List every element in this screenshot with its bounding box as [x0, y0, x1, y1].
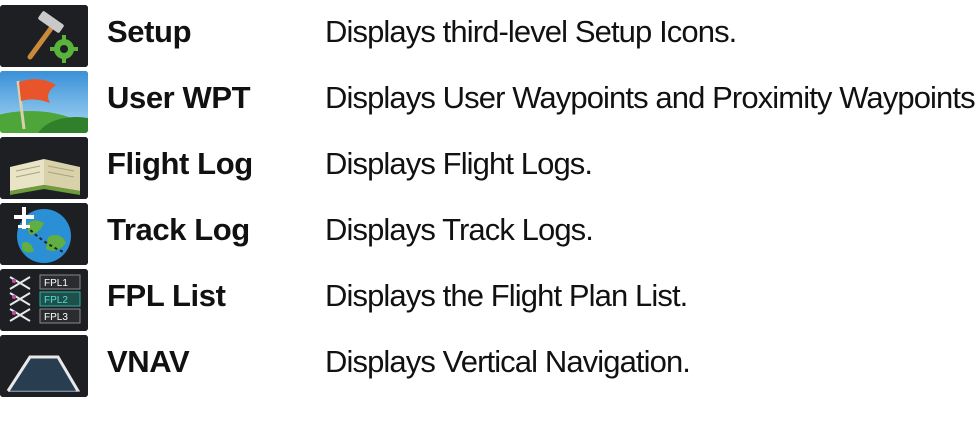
fpl-label: FPL3 — [44, 312, 68, 323]
list-item: Track Log Displays Track Logs. — [0, 198, 976, 265]
feature-description: Displays Flight Logs. — [325, 146, 593, 181]
feature-description: Displays Track Logs. — [325, 212, 594, 247]
feature-description: Displays User Waypoints and Proximity Wa… — [325, 80, 976, 115]
vnav-profile-icon — [0, 335, 88, 397]
feature-description: Displays the Flight Plan List. — [325, 278, 688, 313]
track-log-globe-icon — [0, 203, 88, 265]
list-item: Setup Displays third-level Setup Icons. — [0, 0, 976, 67]
feature-name: VNAV — [107, 344, 190, 379]
user-wpt-flag-icon — [0, 71, 88, 133]
fpl-list-icon: FPL1 FPL2 FPL3 — [0, 269, 88, 331]
feature-name: User WPT — [107, 80, 251, 115]
feature-description: Displays Vertical Navigation. — [325, 344, 691, 379]
fpl-label: FPL1 — [44, 278, 68, 289]
feature-name: Setup — [107, 14, 192, 49]
setup-icon — [0, 5, 88, 67]
list-item: User WPT Displays User Waypoints and Pro… — [0, 66, 976, 133]
list-item: VNAV Displays Vertical Navigation. — [0, 330, 976, 397]
feature-name: Track Log — [107, 212, 250, 247]
feature-name: FPL List — [107, 278, 226, 313]
flight-log-book-icon — [0, 137, 88, 199]
feature-description: Displays third-level Setup Icons. — [325, 14, 737, 49]
feature-name: Flight Log — [107, 146, 253, 181]
list-item: Flight Log Displays Flight Logs. — [0, 132, 976, 199]
fpl-label: FPL2 — [44, 295, 68, 306]
list-item: FPL1 FPL2 FPL3 FPL List Displays the Fli… — [0, 264, 976, 331]
